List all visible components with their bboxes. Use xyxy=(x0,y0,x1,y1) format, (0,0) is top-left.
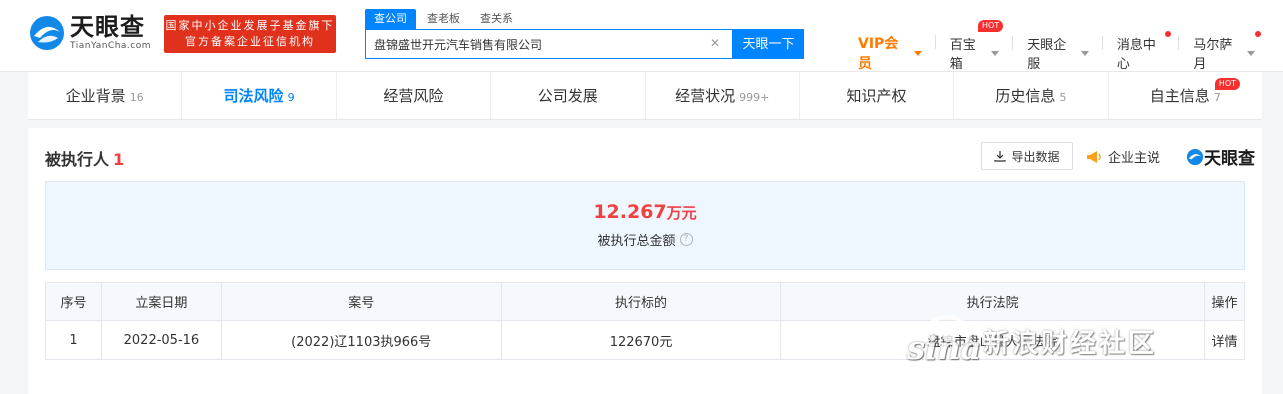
search-tab-relation[interactable]: 查关系 xyxy=(471,9,522,29)
clear-icon[interactable]: ✕ xyxy=(708,36,722,50)
detail-link[interactable]: 详情 xyxy=(1203,320,1246,360)
col-action: 操作 xyxy=(1203,282,1246,321)
chevron-down-icon xyxy=(1247,50,1255,56)
watermark-text: 新浪财经社区 xyxy=(983,328,1158,359)
tab-judicial-risk[interactable]: 司法风险 9 xyxy=(182,72,337,119)
message-center[interactable]: 消息中心 xyxy=(1116,31,1180,72)
sina-logo-text: sina xyxy=(907,329,982,367)
notification-dot xyxy=(1255,31,1261,37)
logo-eye-icon xyxy=(30,16,64,50)
hot-badge: HOT xyxy=(978,20,1004,32)
hot-badge: HOT xyxy=(1214,78,1240,90)
section-count: 1 xyxy=(113,150,125,169)
search-type-tabs: 查公司 查老板 查关系 xyxy=(365,9,524,29)
brand-logo-small: 天眼查 xyxy=(1186,144,1255,169)
export-button[interactable]: 导出数据 xyxy=(981,142,1073,170)
chevron-down-icon xyxy=(991,50,1000,56)
treasure-label: 百宝箱 xyxy=(949,38,976,72)
top-nav: VIP会员 百宝箱 HOT 天眼企服 消息中心 马尔萨月 xyxy=(858,20,1283,73)
logo-eye-icon xyxy=(1186,148,1204,165)
total-amount-label: 被执行总金额 ? xyxy=(46,230,1244,249)
tab-business-risk[interactable]: 经营风险 xyxy=(337,72,492,119)
chevron-down-icon xyxy=(913,50,922,56)
treasure-menu[interactable]: 百宝箱 HOT xyxy=(949,20,1014,72)
tab-ip[interactable]: 知识产权 xyxy=(800,72,955,119)
col-amount: 执行标的 xyxy=(500,282,782,321)
notification-dot xyxy=(1165,31,1172,37)
tab-background[interactable]: 企业背景 16 xyxy=(28,72,183,119)
enterprise-say-link[interactable]: 企业主说 xyxy=(1086,147,1160,166)
vip-label: VIP会员 xyxy=(858,36,899,72)
vip-menu[interactable]: VIP会员 xyxy=(858,33,936,73)
total-amount: 12.267万元 xyxy=(593,201,697,223)
tab-history[interactable]: 历史信息 5 xyxy=(954,72,1109,119)
download-icon xyxy=(994,151,1007,162)
site-logo[interactable]: 天眼查 TianYanCha.com xyxy=(28,14,151,52)
enterprise-service-label: 天眼企服 xyxy=(1027,38,1067,72)
col-date: 立案日期 xyxy=(100,282,222,321)
promo-badge-line2: 官方备案企业征信机构 xyxy=(185,35,315,48)
tab-development[interactable]: 公司发展 xyxy=(491,72,646,119)
search-box: ✕ xyxy=(365,29,733,59)
chevron-down-icon xyxy=(1080,50,1089,56)
top-header: 天眼查 TianYanCha.com 国家中小企业发展子基金旗下 官方备案企业征… xyxy=(0,0,1283,72)
megaphone-icon xyxy=(1087,150,1101,163)
cell-case-no: (2022)辽1103执966号 xyxy=(220,320,502,360)
logo-name-cn: 天眼查 xyxy=(70,13,145,41)
promo-badge-line1: 国家中小企业发展子基金旗下 xyxy=(165,19,335,32)
tab-self-info[interactable]: 自主信息 7 HOT xyxy=(1109,72,1262,119)
cell-index: 1 xyxy=(45,320,102,360)
user-menu[interactable]: 马尔萨月 xyxy=(1193,31,1269,72)
search-button[interactable]: 天眼一下 xyxy=(733,29,804,59)
search-tab-company[interactable]: 查公司 xyxy=(365,9,416,29)
section-title: 被执行人 1 xyxy=(45,150,125,169)
col-case-no: 案号 xyxy=(220,282,502,321)
logo-name-en: TianYanCha.com xyxy=(70,41,152,51)
promo-badge[interactable]: 国家中小企业发展子基金旗下 官方备案企业征信机构 xyxy=(164,15,336,53)
amount-summary: 12.267万元 被执行总金额 ? xyxy=(45,181,1245,270)
enterprise-service-menu[interactable]: 天眼企服 xyxy=(1027,34,1103,72)
cell-date: 2022-05-16 xyxy=(100,320,222,360)
sina-watermark: sina 新浪财经社区 xyxy=(905,305,1157,377)
message-center-label: 消息中心 xyxy=(1116,38,1156,72)
cell-amount: 122670元 xyxy=(500,320,782,360)
tab-operation[interactable]: 经营状况 999+ xyxy=(646,72,800,119)
help-icon[interactable]: ? xyxy=(679,233,693,246)
search-tab-boss[interactable]: 查老板 xyxy=(418,9,469,29)
col-index: 序号 xyxy=(45,282,102,321)
user-name: 马尔萨月 xyxy=(1193,38,1233,72)
search-input[interactable] xyxy=(366,30,706,58)
company-tabs: 企业背景 16 司法风险 9 经营风险 公司发展 经营状况 999+ 知识产权 历史信… xyxy=(28,72,1262,120)
